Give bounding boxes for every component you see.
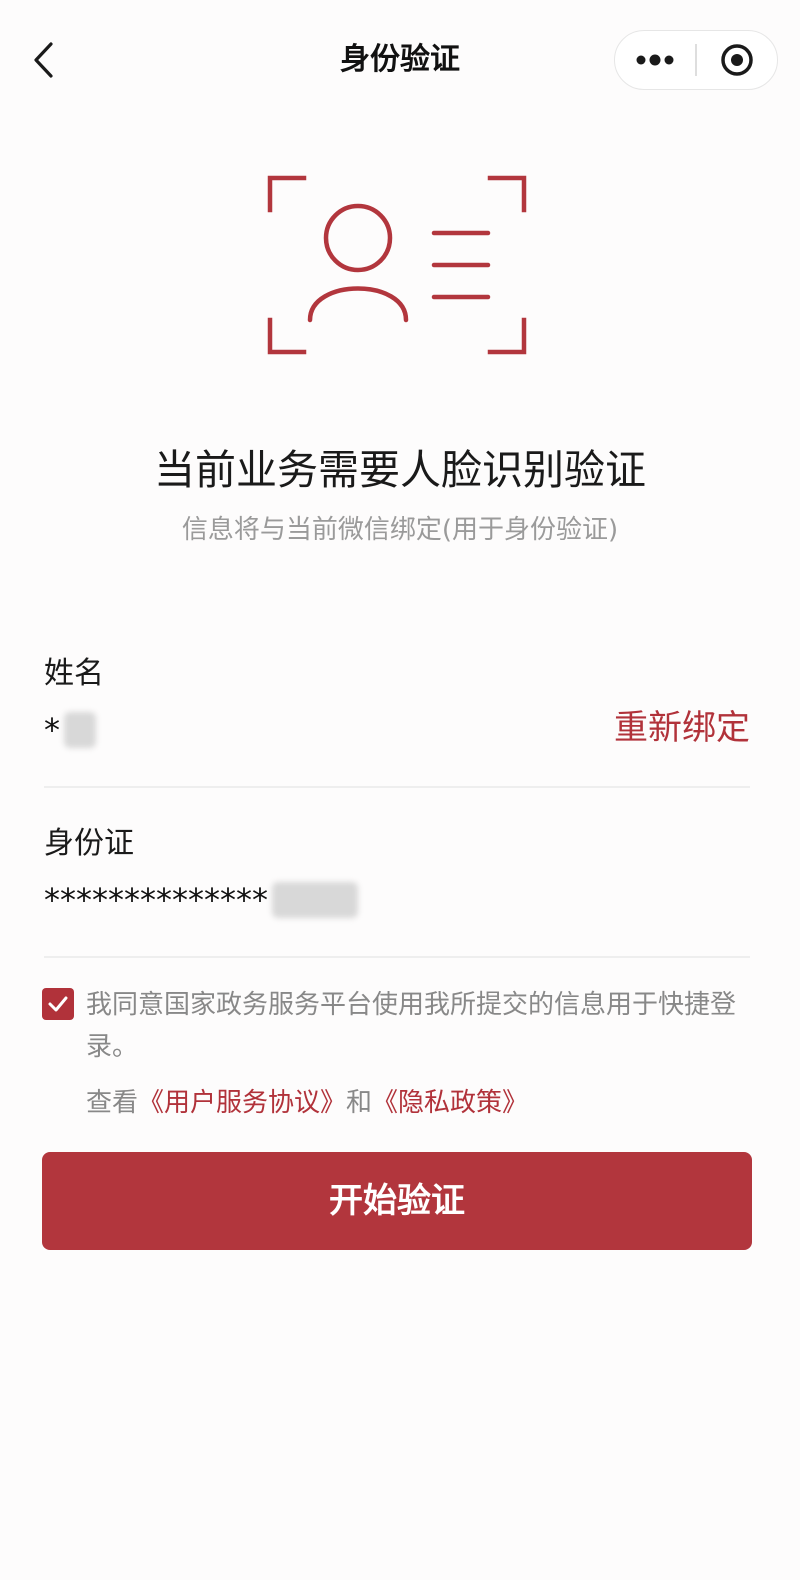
view-prefix: 查看 (86, 1088, 139, 1118)
verification-subtitle: 信息将与当前微信绑定(用于身份验证) (181, 515, 619, 545)
agreement-text: 我同意国家政务服务平台使用我所提交的信息用于快捷登录。 (86, 990, 737, 1062)
face-id-scan-icon (267, 175, 527, 355)
name-value-text: * (44, 711, 60, 749)
id-label: 身份证 (44, 826, 134, 861)
name-label: 姓名 (44, 656, 104, 691)
policy-links: 查看《用户服务协议》和《隐私政策》 (86, 1082, 528, 1124)
rebind-button[interactable]: 重新绑定 (614, 704, 750, 752)
agreement-checkbox[interactable] (42, 988, 74, 1020)
checkmark-icon (48, 996, 68, 1012)
redacted-id-digits (272, 882, 358, 918)
privacy-policy-link[interactable]: 《隐私政策》 (372, 1088, 528, 1118)
target-icon (721, 44, 753, 76)
more-dots-icon (636, 54, 674, 66)
more-button[interactable] (615, 31, 695, 89)
name-value: * (44, 708, 96, 752)
divider (44, 956, 750, 958)
close-button[interactable] (697, 31, 777, 89)
service-agreement-link[interactable]: 《用户服务协议》 (138, 1088, 346, 1118)
id-value-text: ************** (44, 881, 268, 919)
verification-headline: 当前业务需要人脸识别验证 (154, 446, 646, 494)
redacted-name (64, 712, 96, 748)
navigation-bar: 身份验证 (0, 0, 800, 120)
id-value: ************** (44, 878, 358, 922)
and-text: 和 (346, 1088, 373, 1118)
mini-program-capsule (614, 30, 778, 90)
start-verification-button[interactable]: 开始验证 (42, 1152, 752, 1250)
divider (44, 786, 750, 788)
